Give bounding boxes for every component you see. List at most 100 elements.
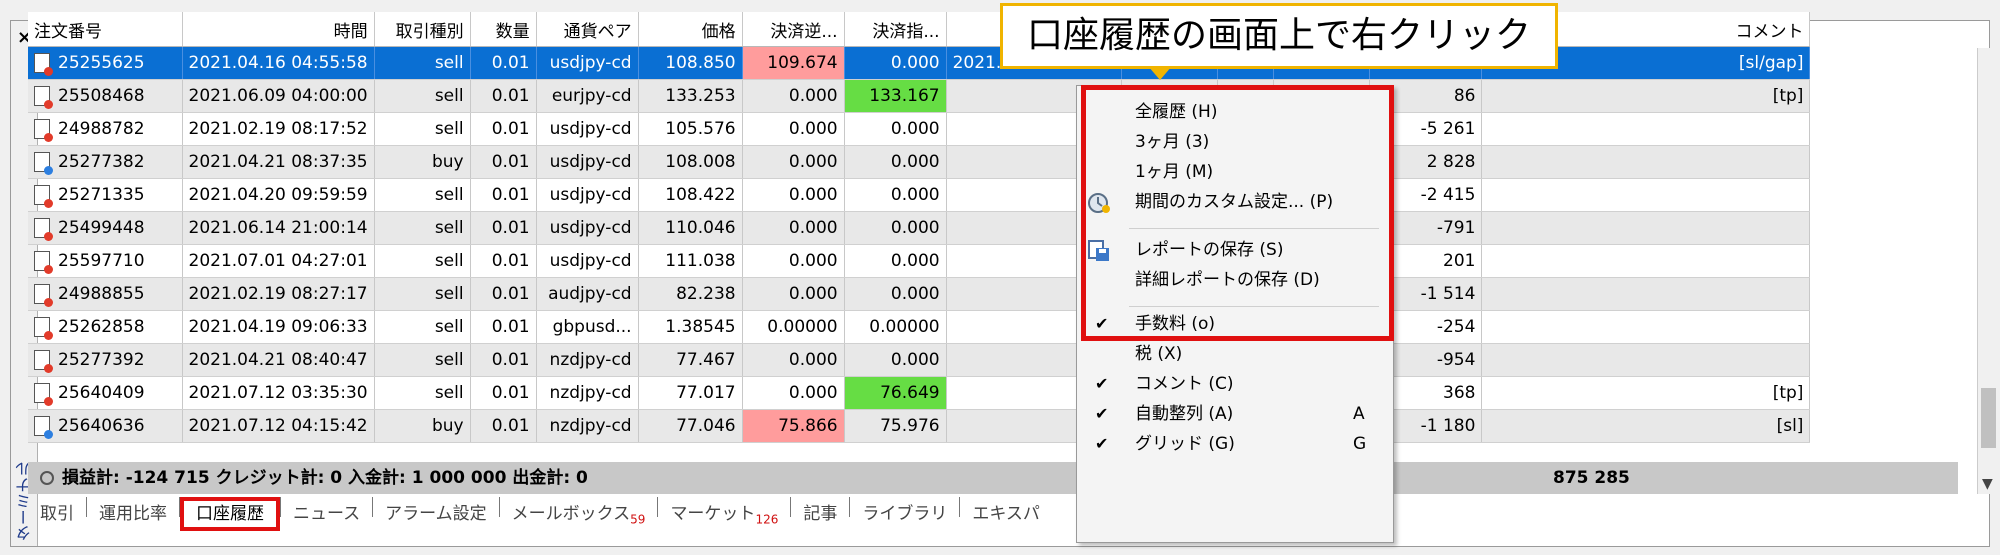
table-cell: [sl]: [1481, 409, 1811, 443]
history-table: 注文番号時間取引種別数量通貨ペア価格決済逆...決済指...損益コメント2525…: [28, 12, 1811, 443]
cell-text: -954: [1436, 350, 1476, 370]
cell-text: 86: [1453, 86, 1476, 106]
table-row[interactable]: 25640636 2021.07.12 04:15:42 buy 0.01 nzdjpy…: [28, 409, 1811, 443]
table-cell: sell: [374, 244, 471, 278]
menu-item-auto-arrange[interactable]: ✔ 自動整列 (A) A: [1077, 398, 1393, 430]
table-cell: 0.01: [470, 46, 537, 80]
table-row[interactable]: 25271335 2021.04.20 09:59:59 sell 0.01 usdjp…: [28, 178, 1811, 212]
cell-text: eurjpy-cd: [551, 86, 632, 106]
cell-text: gbpusd...: [552, 317, 632, 337]
sell-order-icon: [34, 383, 53, 406]
table-row[interactable]: 24988855 2021.02.19 08:27:17 sell 0.01 audjp…: [28, 277, 1811, 311]
table-cell: 108.422: [638, 178, 743, 212]
table-cell: 110.046: [638, 211, 743, 245]
scrollbar-thumb[interactable]: [1981, 388, 1996, 448]
table-cell: eurjpy-cd: [536, 79, 639, 113]
table-cell: 0.01: [470, 409, 537, 443]
table-cell: 0.01: [470, 112, 537, 146]
sell-order-icon: [34, 284, 53, 307]
cell-text: -791: [1436, 218, 1476, 238]
tab-badge: 59: [630, 512, 646, 527]
chevron-down-icon[interactable]: ▼: [1982, 476, 1993, 492]
table-row[interactable]: 25277382 2021.04.21 08:37:35 buy 0.01 usdjpy…: [28, 145, 1811, 179]
menu-item-comment[interactable]: ✔ コメント (C): [1077, 368, 1393, 400]
menu-item-grid[interactable]: ✔ グリッド (G) G: [1077, 428, 1393, 460]
cell-text: -2 415: [1420, 185, 1476, 205]
check-icon: ✔: [1095, 434, 1109, 453]
column-header[interactable]: 時間: [182, 12, 375, 47]
terminal-tabs: 取引 運用比率 口座履歴 ニュース アラーム設定 メールボックス59 マーケット126 記事ラ…: [28, 497, 1052, 531]
tab-2[interactable]: 口座履歴: [180, 497, 280, 531]
tab-label: 口座履歴: [196, 504, 264, 524]
menu-item-tax[interactable]: 税 (X): [1077, 338, 1393, 370]
cell-text: nzdjpy-cd: [549, 350, 632, 370]
tab-4[interactable]: アラーム設定: [373, 497, 499, 531]
table-row[interactable]: 25277392 2021.04.21 08:40:47 sell 0.01 nzdjp…: [28, 343, 1811, 377]
table-cell: 2021.04.19 09:06:33: [182, 310, 375, 344]
column-header[interactable]: 取引種別: [374, 12, 471, 47]
table-row[interactable]: 25508468 2021.06.09 04:00:00 sell 0.01 eurjp…: [28, 79, 1811, 113]
table-cell: 25640636: [28, 409, 183, 443]
column-header[interactable]: 通貨ペア: [536, 12, 639, 47]
table-cell: 25255625: [28, 46, 183, 80]
cell-text: 368: [1443, 383, 1476, 403]
column-header[interactable]: 数量: [470, 12, 537, 47]
table-row[interactable]: 25262858 2021.04.19 09:06:33 sell 0.01 gbpus…: [28, 310, 1811, 344]
table-row[interactable]: 25597710 2021.07.01 04:27:01 sell 0.01 usdjp…: [28, 244, 1811, 278]
buy-order-icon: [34, 416, 53, 439]
table-cell: 2021.04.20 09:59:59: [182, 178, 375, 212]
vertical-scrollbar[interactable]: ▼: [1977, 48, 2000, 494]
table-cell: 133.253: [638, 79, 743, 113]
tab-1[interactable]: 運用比率: [87, 497, 179, 531]
tab-5[interactable]: メールボックス59: [500, 497, 658, 531]
cell-text: 25277392: [58, 350, 145, 370]
cell-text: 201: [1443, 251, 1476, 271]
tab-6[interactable]: マーケット126: [658, 497, 790, 531]
cell-text: 0.00000: [869, 317, 940, 337]
tab-0[interactable]: 取引: [28, 497, 86, 531]
tab-8[interactable]: ライブラリ: [850, 497, 959, 531]
table-cell: 111.038: [638, 244, 743, 278]
cell-text: -254: [1436, 317, 1476, 337]
tab-7[interactable]: 記事: [791, 497, 849, 531]
table-cell: 2021.07.12 03:35:30: [182, 376, 375, 410]
cell-text: 0.000: [788, 383, 838, 403]
cell-text: -5 261: [1420, 119, 1476, 139]
table-cell: 133.167: [844, 79, 947, 113]
table-cell: [1481, 343, 1811, 377]
sell-order-icon: [34, 119, 53, 142]
cell-text: 0.00000: [767, 317, 838, 337]
cell-text: 2021.07.01 04:27:01: [188, 251, 368, 271]
table-cell: 0.00000: [742, 310, 845, 344]
cell-text: 2021.06.14 21:00:14: [188, 218, 368, 238]
cell-text: 76.649: [880, 383, 940, 403]
sell-order-icon: [34, 251, 53, 274]
cell-text: 2021.02.19 08:27:17: [188, 284, 368, 304]
table-cell: 0.000: [742, 343, 845, 377]
table-row[interactable]: 25499448 2021.06.14 21:00:14 sell 0.01 usdjp…: [28, 211, 1811, 245]
column-header[interactable]: 価格: [638, 12, 743, 47]
tab-3[interactable]: ニュース: [281, 497, 372, 531]
column-header[interactable]: 注文番号: [28, 12, 183, 47]
cell-text: 108.850: [665, 53, 736, 73]
column-header[interactable]: 決済指...: [844, 12, 947, 47]
cell-text: 25262858: [58, 317, 145, 337]
cell-text: 75.976: [880, 416, 940, 436]
cell-text: 0.000: [890, 185, 940, 205]
sell-order-icon: [34, 185, 53, 208]
cell-text: 25640409: [58, 383, 145, 403]
highlight-box: [1081, 85, 1394, 341]
cell-text: [tp]: [1772, 383, 1804, 403]
column-header[interactable]: 決済逆...: [742, 12, 845, 47]
cell-text: 0.000: [788, 185, 838, 205]
cell-text: 133.253: [665, 86, 736, 106]
table-row[interactable]: 24988782 2021.02.19 08:17:52 sell 0.01 usdjp…: [28, 112, 1811, 146]
cell-text: 0.01: [491, 152, 530, 172]
cell-text: -1 180: [1420, 416, 1476, 436]
table-cell: 0.000: [844, 343, 947, 377]
cell-text: sell: [434, 185, 464, 205]
tab-9[interactable]: エキスパ: [960, 497, 1052, 531]
table-row[interactable]: 25640409 2021.07.12 03:35:30 sell 0.01 nzdjp…: [28, 376, 1811, 410]
table-cell: 0.01: [470, 145, 537, 179]
cell-text: 25597710: [58, 251, 145, 271]
